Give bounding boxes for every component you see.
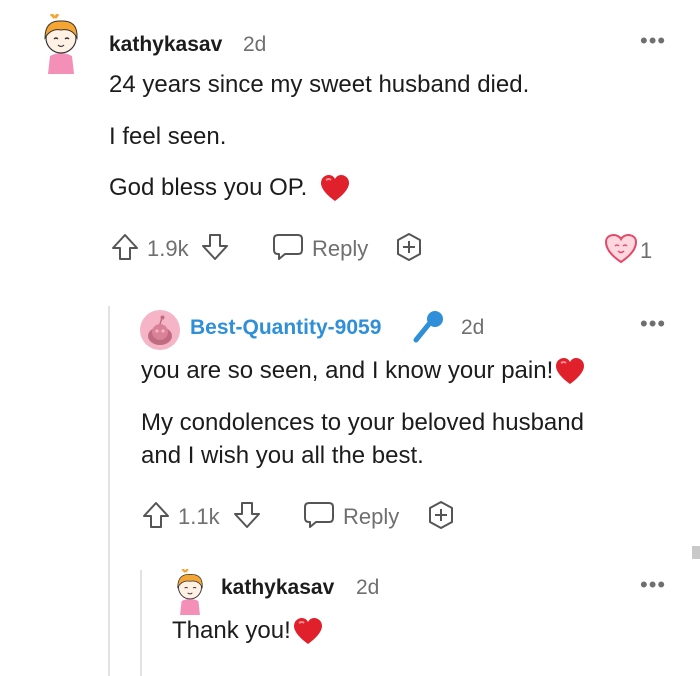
downvote-icon[interactable] xyxy=(232,500,262,530)
more-options-icon[interactable]: ••• xyxy=(640,30,666,52)
comment-body-line: 24 years since my sweet husband died. xyxy=(109,71,530,98)
downvote-icon[interactable] xyxy=(200,232,230,262)
comment-time: 2d xyxy=(243,33,267,56)
comment-author[interactable]: kathykasav xyxy=(109,33,222,57)
user-avatar-snoo[interactable] xyxy=(140,310,180,350)
comment-body-line: My condolences to your beloved husband xyxy=(141,409,584,436)
comment-author[interactable]: kathykasav xyxy=(221,576,334,600)
award-icon[interactable] xyxy=(426,500,456,530)
vote-score: 1.1k xyxy=(178,504,220,529)
award-icon[interactable] xyxy=(394,232,424,262)
award-count: 1 xyxy=(640,238,653,263)
comment-body-line: God bless you OP. xyxy=(109,172,350,204)
comment-1: kathykasav 2d ••• 24 years since my swee… xyxy=(0,0,700,290)
more-options-icon[interactable]: ••• xyxy=(640,574,666,596)
comment-body-line: and I wish you all the best. xyxy=(141,442,424,469)
heart-emoji xyxy=(555,357,585,386)
reply-button[interactable]: Reply xyxy=(312,236,368,262)
comment-body-text: God bless you OP. xyxy=(109,174,308,201)
user-avatar-kathykasav[interactable] xyxy=(38,14,84,74)
comment-time: 2d xyxy=(461,316,485,339)
user-avatar-kathykasav[interactable] xyxy=(172,569,208,615)
scrollbar-thumb[interactable] xyxy=(692,546,700,559)
reply-button[interactable]: Reply xyxy=(343,504,399,530)
comment-body-text: Thank you! xyxy=(172,617,291,644)
heart-emoji xyxy=(320,174,350,203)
comment-body-line: Thank you! xyxy=(172,615,323,647)
award-heart-emoji xyxy=(604,234,638,264)
microphone-icon xyxy=(412,309,446,343)
heart-emoji xyxy=(293,617,323,646)
reply-icon[interactable] xyxy=(272,233,304,261)
upvote-icon[interactable] xyxy=(141,500,171,530)
comment-body-text: you are so seen, and I know your pain! xyxy=(141,357,554,384)
comment-author[interactable]: Best-Quantity-9059 xyxy=(190,316,381,340)
comment-body-line: you are so seen, and I know your pain! xyxy=(141,355,585,387)
reply-icon[interactable] xyxy=(303,501,335,529)
upvote-icon[interactable] xyxy=(110,232,140,262)
comment-body-line: I feel seen. xyxy=(109,123,227,150)
more-options-icon[interactable]: ••• xyxy=(640,313,666,335)
vote-score: 1.9k xyxy=(147,236,189,261)
thread-line[interactable] xyxy=(140,570,142,676)
comment-time: 2d xyxy=(356,576,380,599)
